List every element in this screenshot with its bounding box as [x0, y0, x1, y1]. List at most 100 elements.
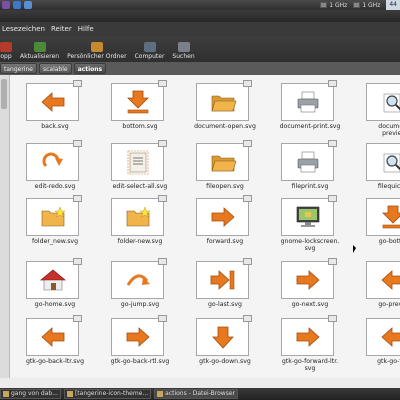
app-menu-icon[interactable]: [2, 1, 10, 9]
arrow-left-icon: [380, 327, 400, 347]
file-thumbnail[interactable]: [26, 315, 82, 356]
icon-view[interactable]: back.svg bottom.svg document-open.svg docum…: [0, 75, 400, 378]
file-item[interactable]: edit-redo.svg: [15, 140, 95, 203]
taskbar-label: [tangerine-icon-theme...: [74, 390, 149, 397]
file-thumbnail[interactable]: [111, 258, 167, 299]
file-thumbnail[interactable]: [366, 261, 400, 299]
file-name: go-previou: [378, 301, 400, 308]
file-item[interactable]: document-open.svg: [185, 80, 265, 143]
file-item[interactable]: go-last.svg: [185, 258, 265, 321]
file-item[interactable]: bottom.svg: [100, 80, 180, 143]
arrow-right-icon: [296, 270, 320, 290]
taskbar-window-button[interactable]: gang von dab...: [0, 389, 61, 399]
page-corner-icon: [73, 140, 82, 147]
taskbar: gang von dab... [tangerine-icon-theme... a…: [0, 388, 400, 400]
file-thumbnail[interactable]: [281, 80, 337, 121]
path-crumb-actions[interactable]: actions: [73, 63, 107, 74]
page-corner-icon: [328, 195, 337, 202]
file-item[interactable]: gtk-go-back-ltr.svg: [15, 315, 95, 378]
toolbar-search-button[interactable]: Suchen: [172, 42, 195, 60]
toolbar-label: Aktualisieren: [20, 53, 60, 60]
file-thumbnail[interactable]: [196, 258, 252, 299]
file-name: document-open.svg: [194, 123, 256, 130]
file-item[interactable]: back.svg: [15, 80, 95, 143]
file-thumbnail[interactable]: [281, 315, 337, 356]
file-thumbnail[interactable]: [26, 140, 82, 181]
file-item[interactable]: gtk-go-forw: [355, 318, 400, 378]
file-item[interactable]: fileprint.svg: [270, 140, 350, 203]
page-corner-icon: [73, 315, 82, 322]
search-icon: [177, 42, 190, 52]
side-pane-edge[interactable]: [0, 75, 10, 378]
toolbar-computer-button[interactable]: Computer: [135, 42, 164, 60]
file-thumbnail[interactable]: [281, 140, 337, 181]
printer-icon: [297, 91, 318, 113]
magnifier-doc-icon: [383, 93, 400, 113]
file-name: edit-redo.svg: [34, 183, 76, 190]
file-item[interactable]: filequickpri: [355, 143, 400, 203]
window-titlebar[interactable]: [0, 10, 400, 22]
file-thumbnail[interactable]: [366, 143, 400, 181]
arrow-bottom-icon: [126, 90, 149, 114]
file-thumbnail[interactable]: [366, 83, 400, 121]
file-item[interactable]: folder_new.svg: [15, 195, 95, 258]
file-item[interactable]: edit-select-all.svg: [100, 140, 180, 203]
toolbar-reload-button[interactable]: Aktualisieren: [20, 42, 59, 60]
page-corner-icon: [73, 195, 82, 202]
file-name: gnome-lockscreen. svg: [280, 238, 340, 252]
side-scroll-thumb[interactable]: [1, 79, 7, 109]
mouse-cursor-icon: [353, 245, 356, 253]
file-item[interactable]: go-previou: [355, 261, 400, 321]
file-item[interactable]: gtk-go-forward-ltr. svg: [270, 315, 350, 378]
file-thumbnail[interactable]: [111, 140, 167, 181]
path-crumb-scalable[interactable]: scalable: [38, 63, 72, 74]
path-crumb-tangerine[interactable]: tangerine: [0, 63, 37, 74]
clock[interactable]: 44: [386, 0, 400, 10]
file-thumbnail[interactable]: [281, 195, 337, 236]
toolbar: opp Aktualisieren Persönlicher Ordner Compu…: [0, 36, 400, 62]
help-launcher-icon[interactable]: [24, 1, 32, 9]
file-item[interactable]: forward.svg: [185, 195, 265, 258]
file-item[interactable]: go-home.svg: [15, 258, 95, 321]
menu-reiter[interactable]: Reiter: [51, 25, 72, 33]
file-name: folder-new.svg: [117, 238, 163, 245]
file-thumbnail[interactable]: [26, 258, 82, 299]
taskbar-window-button[interactable]: actions - Datei-Browser: [154, 389, 238, 399]
file-thumbnail[interactable]: [111, 195, 167, 236]
toolbar-home-folder-button[interactable]: Persönlicher Ordner: [67, 42, 127, 60]
file-item[interactable]: go-next.svg: [270, 258, 350, 321]
toolbar-stop-button[interactable]: opp: [0, 42, 12, 60]
file-thumbnail[interactable]: [366, 318, 400, 356]
browser-launcher-icon[interactable]: [13, 1, 21, 9]
file-thumbnail[interactable]: [26, 80, 82, 121]
folder-open-icon: [211, 95, 236, 112]
file-thumbnail[interactable]: [196, 315, 252, 356]
file-thumbnail[interactable]: [281, 258, 337, 299]
file-thumbnail[interactable]: [111, 80, 167, 121]
cpu-freq-1[interactable]: 1 GHz: [320, 2, 347, 9]
file-item[interactable]: gtk-go-back-rtl.svg: [100, 315, 180, 378]
file-item[interactable]: go-jump.svg: [100, 258, 180, 321]
file-item[interactable]: gtk-go-down.svg: [185, 315, 265, 378]
file-thumbnail[interactable]: [196, 80, 252, 121]
toolbar-label: Suchen: [172, 53, 195, 60]
file-thumbnail[interactable]: [196, 195, 252, 236]
taskbar-window-button[interactable]: [tangerine-icon-theme...: [63, 389, 152, 399]
file-thumbnail[interactable]: [26, 195, 82, 236]
menu-hilfe[interactable]: Hilfe: [78, 25, 94, 33]
file-item[interactable]: folder-new.svg: [100, 195, 180, 258]
file-thumbnail[interactable]: [196, 140, 252, 181]
cpu-freq-2[interactable]: 1 GHz: [353, 2, 380, 9]
reload-icon: [33, 42, 46, 52]
file-thumbnail[interactable]: [366, 198, 400, 236]
file-name: back.svg: [41, 123, 69, 130]
taskbar-label: gang von dab...: [11, 390, 58, 397]
file-item[interactable]: document-print.svg: [270, 80, 350, 143]
file-item[interactable]: go-bottom: [355, 198, 400, 258]
menu-lesezeichen[interactable]: Lesezeichen: [2, 25, 45, 33]
page-corner-icon: [328, 80, 337, 87]
file-item[interactable]: gnome-lockscreen. svg: [270, 195, 350, 258]
file-item[interactable]: fileopen.svg: [185, 140, 265, 203]
file-item[interactable]: document- preview.: [355, 83, 400, 143]
file-thumbnail[interactable]: [111, 315, 167, 356]
